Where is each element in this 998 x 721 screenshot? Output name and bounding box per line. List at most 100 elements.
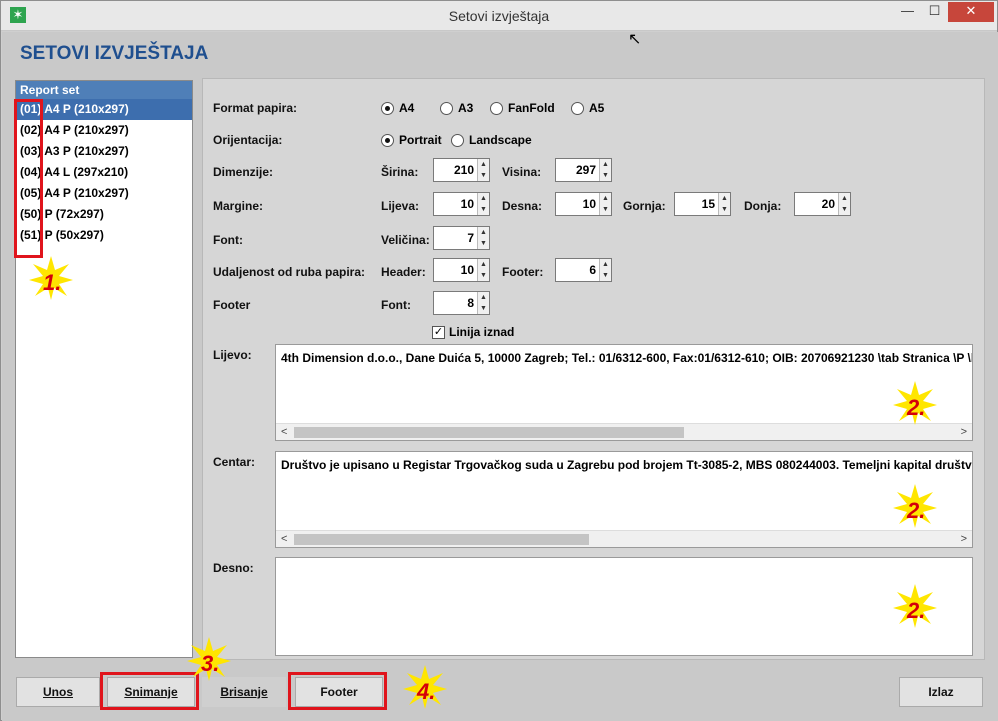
scroll-left-icon[interactable]: < [281,426,287,438]
minimize-button[interactable]: — [894,2,921,22]
app-window: ✶ Setovi izvještaja — ☐ ✕ SETOVI IZVJEŠT… [0,0,998,721]
left-text-label: Lijevo: [213,348,252,362]
annotation-star-2b: 2. [893,484,937,528]
left-text-area[interactable]: 4th Dimension d.o.o., Dane Duića 5, 1000… [275,344,973,441]
margins-label: Margine: [213,199,264,213]
margin-left-stepper[interactable]: 10 ▲ ▼ [433,192,490,216]
height-value: 297 [575,163,596,177]
margin-top-value: 15 [701,197,715,211]
font-size-label: Veličina: [381,233,430,247]
report-set-list[interactable]: Report set (01) A4 P (210x297) (02) A4 P… [15,80,193,658]
annotation-label-4: 4. [417,679,436,704]
margin-top-label: Gornja: [623,199,666,213]
header-distance-stepper[interactable]: 10 ▲ ▼ [433,258,490,282]
radio-label: Portrait [399,133,442,147]
stepper-up-icon[interactable]: ▲ [839,193,850,204]
left-text-scrollbar[interactable]: < > [276,423,972,440]
annotation-label-2: 2. [907,395,926,420]
center-text-scrollbar[interactable]: < > [276,530,972,547]
format-radio-a3[interactable]: A3 [440,101,473,115]
right-text-label: Desno: [213,561,254,575]
scroll-thumb[interactable] [294,534,589,545]
stepper-down-icon[interactable]: ▼ [478,204,489,215]
font-size-stepper[interactable]: 7 ▲ ▼ [433,226,490,250]
scroll-left-icon[interactable]: < [281,533,287,545]
stepper-down-icon[interactable]: ▼ [478,303,489,314]
list-item[interactable]: (05) A4 P (210x297) [16,183,192,204]
list-item[interactable]: (01) A4 P (210x297) [16,99,192,120]
margin-bottom-stepper[interactable]: 20 ▲ ▼ [794,192,851,216]
footer-distance-stepper[interactable]: 6 ▲ ▼ [555,258,612,282]
list-item[interactable]: (50) P (72x297) [16,204,192,225]
page-title: SETOVI IZVJEŠTAJA [20,43,209,64]
new-button[interactable]: Unos [16,677,100,707]
save-button[interactable]: Snimanje [107,677,195,707]
line-above-checkbox[interactable]: ✓ Linija iznad [432,325,514,339]
margin-bottom-value: 20 [821,197,835,211]
report-set-header: Report set [16,81,192,99]
list-item[interactable]: (04) A4 L (297x210) [16,162,192,183]
width-label: Širina: [381,165,419,179]
radio-dot-icon [381,133,394,147]
format-radio-a4[interactable]: A4 [381,101,414,115]
annotation-star-3: 3. [187,637,231,681]
scroll-right-icon[interactable]: > [961,426,967,438]
stepper-up-icon[interactable]: ▲ [478,159,489,170]
stepper-up-icon[interactable]: ▲ [600,159,611,170]
stepper-down-icon[interactable]: ▼ [478,270,489,281]
scroll-thumb[interactable] [294,427,684,438]
center-text-area[interactable]: Društvo je upisano u Registar Trgovačkog… [275,451,973,548]
dimensions-label: Dimenzije: [213,165,274,179]
title-bar: ✶ Setovi izvještaja — ☐ ✕ [1,1,997,31]
close-button[interactable]: ✕ [948,2,994,22]
width-value: 210 [453,163,474,177]
settings-form: Format papira: A4 A3 FanFold A5 Orijenta… [202,78,985,660]
stepper-up-icon[interactable]: ▲ [478,227,489,238]
margin-right-stepper[interactable]: 10 ▲ ▼ [555,192,612,216]
exit-button[interactable]: Izlaz [899,677,983,707]
scroll-right-icon[interactable]: > [961,533,967,545]
content-area: SETOVI IZVJEŠTAJA Report set (01) A4 P (… [2,32,998,721]
stepper-up-icon[interactable]: ▲ [478,292,489,303]
stepper-up-icon[interactable]: ▲ [478,259,489,270]
format-radio-fanfold[interactable]: FanFold [490,101,555,115]
stepper-down-icon[interactable]: ▼ [839,204,850,215]
right-text-area[interactable] [275,557,973,656]
edge-distance-label: Udaljenost od ruba papira: [213,265,366,279]
stepper-up-icon[interactable]: ▲ [600,193,611,204]
format-radio-a5[interactable]: A5 [571,101,604,115]
stepper-down-icon[interactable]: ▼ [478,170,489,181]
list-item[interactable]: (51) P (50x297) [16,225,192,246]
orientation-radio-portrait[interactable]: Portrait [381,133,442,147]
stepper-down-icon[interactable]: ▼ [600,204,611,215]
maximize-button[interactable]: ☐ [921,2,948,22]
annotation-star-4: 4. [403,665,447,709]
list-item[interactable]: (02) A4 P (210x297) [16,120,192,141]
annotation-star-1: 1. [29,256,73,300]
height-stepper[interactable]: 297 ▲ ▼ [555,158,612,182]
format-label: Format papira: [213,101,298,115]
footer-button-label: Footer [320,685,358,699]
stepper-down-icon[interactable]: ▼ [600,270,611,281]
radio-label: A3 [458,101,474,115]
radio-label: A5 [589,101,605,115]
list-item[interactable]: (03) A3 P (210x297) [16,141,192,162]
stepper-up-icon[interactable]: ▲ [478,193,489,204]
height-label: Visina: [502,165,542,179]
checkmark-icon: ✓ [432,325,445,339]
stepper-down-icon[interactable]: ▼ [478,238,489,249]
footer-distance-value: 6 [589,263,596,277]
stepper-up-icon[interactable]: ▲ [719,193,730,204]
line-above-label: Linija iznad [449,325,515,339]
footer-button[interactable]: Footer [295,677,383,707]
center-text-label: Centar: [213,455,256,469]
stepper-down-icon[interactable]: ▼ [719,204,730,215]
margin-top-stepper[interactable]: 15 ▲ ▼ [674,192,731,216]
width-stepper[interactable]: 210 ▲ ▼ [433,158,490,182]
stepper-up-icon[interactable]: ▲ [600,259,611,270]
stepper-down-icon[interactable]: ▼ [600,170,611,181]
footer-font-stepper[interactable]: 8 ▲ ▼ [433,291,490,315]
annotation-label-2: 2. [907,498,926,523]
delete-button[interactable]: Brisanje [202,677,286,707]
orientation-radio-landscape[interactable]: Landscape [451,133,532,147]
